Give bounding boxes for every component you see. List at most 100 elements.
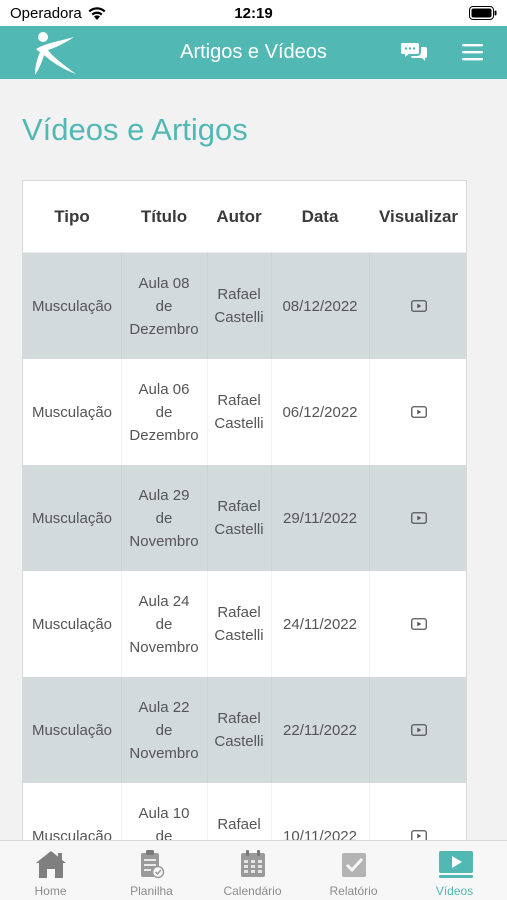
- cell-titulo-line: de: [155, 827, 173, 841]
- tab-planilha-label: Planilha: [130, 884, 173, 898]
- cell-autor-text: Rafael Castelli: [214, 389, 263, 435]
- cell-titulo-text: Aula 22 de Novembro: [129, 696, 198, 765]
- cell-data: 08/12/2022: [282, 297, 358, 315]
- cell-titulo-text: Aula 06 de Dezembro: [129, 378, 198, 447]
- tab-calendario[interactable]: Calendário: [202, 841, 303, 900]
- column-header-tipo: Tipo: [54, 207, 90, 226]
- cell-titulo-text: Aula 10deNovembro: [129, 802, 198, 841]
- cell-titulo-line: Dezembro: [129, 320, 199, 338]
- cell-titulo-text: Aula 08 de Dezembro: [129, 272, 198, 341]
- clock-label: 12:19: [234, 5, 273, 22]
- table-row: Musculação Aula 06 de Dezembro Rafael Castell…: [23, 359, 466, 465]
- cell-titulo: Aula 06 de Dezembro: [121, 359, 207, 465]
- cell-autor-line: Rafael: [217, 286, 261, 303]
- cell-titulo: Aula 22 de Novembro: [121, 677, 207, 783]
- column-header-autor: Autor: [216, 207, 262, 226]
- play-video-icon: [410, 724, 427, 736]
- play-video-button[interactable]: [410, 724, 427, 736]
- cell-autor-line: Castelli: [214, 627, 264, 644]
- tab-home-label: Home: [34, 884, 67, 898]
- cell-visualizar: [369, 677, 466, 783]
- tab-bar: Home Planilha Calendário Relatório Vídeo…: [0, 840, 507, 900]
- cell-visualizar: [369, 783, 466, 840]
- cell-autor: Rafael Castelli: [207, 677, 271, 783]
- tab-planilha[interactable]: Planilha: [101, 841, 202, 900]
- tab-videos[interactable]: Vídeos: [404, 841, 507, 900]
- video-play-icon: [438, 851, 473, 878]
- cell-titulo: Aula 10deNovembro: [121, 783, 207, 841]
- cell-titulo: Aula 08 de Dezembro: [121, 253, 207, 359]
- cell-autor-line: Rafael: [217, 816, 261, 833]
- column-header-data: Data: [301, 207, 339, 226]
- cell-autor-line: Rafael: [217, 604, 261, 621]
- cell-tipo: Musculação: [31, 403, 113, 421]
- hamburger-menu-icon[interactable]: [462, 42, 484, 62]
- tab-relatorio[interactable]: Relatório: [303, 841, 404, 900]
- cell-autor: Rafael Castelli: [207, 359, 271, 465]
- cell-titulo-line: Aula 08: [138, 274, 190, 292]
- column-header-visualizar: Visualizar: [378, 207, 459, 226]
- table-row: Musculação Aula 08 de Dezembro Rafael Castell…: [23, 253, 466, 359]
- cell-tipo: Musculação: [31, 297, 113, 315]
- cell-visualizar: [369, 571, 466, 677]
- cell-autor: RafaelCastelli: [207, 253, 271, 359]
- cell-autor-line: Castelli: [214, 733, 264, 750]
- app-header: Artigos e Vídeos: [0, 26, 507, 79]
- cell-titulo-line: de: [155, 721, 173, 739]
- cell-titulo-line: Aula 10: [138, 804, 190, 822]
- cell-titulo-line: Aula 22: [138, 698, 190, 716]
- cell-tipo: Musculação: [31, 827, 113, 841]
- cell-tipo: Musculação: [31, 615, 113, 633]
- clipboard-icon: [140, 850, 164, 879]
- videos-table: Tipo Título Autor Data Visualizar Muscul…: [22, 180, 467, 840]
- house-icon: [35, 851, 66, 878]
- cell-titulo-text: Aula 29 de Novembro: [129, 484, 198, 553]
- calendar-icon: [240, 850, 265, 877]
- play-video-button[interactable]: [410, 512, 427, 524]
- cell-titulo-line: Aula 06: [138, 380, 190, 398]
- cell-titulo-line: Aula 29: [138, 486, 190, 504]
- play-video-button[interactable]: [410, 300, 427, 312]
- cell-autor-line: Castelli: [214, 415, 264, 432]
- cell-autor: RafaelCastelli: [207, 783, 271, 840]
- chat-bubbles-icon[interactable]: [401, 41, 427, 63]
- cell-data: 29/11/2022: [283, 509, 357, 527]
- cell-titulo: Aula 24 de Novembro: [121, 571, 207, 677]
- play-video-icon: [410, 406, 427, 418]
- tab-home[interactable]: Home: [0, 841, 101, 900]
- header-title: Artigos e Vídeos: [180, 41, 327, 63]
- cell-autor: Rafael Castelli: [207, 571, 271, 677]
- cell-data: 10/11/2022: [283, 827, 357, 841]
- cell-tipo: Musculação: [31, 509, 113, 527]
- table-header: Tipo Título Autor Data Visualizar: [23, 181, 466, 253]
- status-bar: Operadora 12:19: [0, 0, 507, 26]
- cell-autor-text: RafaelCastelli: [214, 813, 263, 840]
- tab-videos-label: Vídeos: [435, 884, 474, 898]
- cell-titulo-line: de: [155, 615, 173, 633]
- play-video-button[interactable]: [410, 406, 427, 418]
- table-body: Musculação Aula 08 de Dezembro Rafael Castell…: [23, 253, 466, 841]
- cell-autor-line: Castelli: [214, 521, 264, 538]
- cell-autor-line: Rafael: [217, 392, 261, 409]
- play-video-icon: [410, 512, 427, 524]
- tab-relatorio-label: Relatório: [329, 884, 378, 898]
- table-row: Musculação Aula 22 de Novembro Rafael Castell…: [23, 677, 466, 783]
- cell-autor-line: Rafael: [217, 710, 261, 727]
- cell-titulo-line: Novembro: [129, 744, 199, 762]
- play-video-button[interactable]: [410, 830, 427, 840]
- cell-data: 06/12/2022: [282, 403, 358, 421]
- table-row: Musculação Aula 29 de Novembro Rafael Castell…: [23, 465, 466, 571]
- cell-titulo-text: Aula 24 de Novembro: [129, 590, 198, 659]
- page-title: Vídeos e Artigos: [22, 112, 248, 147]
- cell-autor-line: Rafael: [217, 498, 261, 515]
- battery-icon: [469, 6, 497, 20]
- play-video-button[interactable]: [410, 618, 427, 630]
- cell-autor-text: RafaelCastelli: [214, 283, 263, 329]
- table-row: MusculaçãoAula 10deNovembroRafaelCastell…: [23, 783, 466, 841]
- checkbox-report-icon: [341, 853, 366, 877]
- cell-autor-text: Rafael Castelli: [214, 601, 263, 647]
- table-row: Musculação Aula 24 de Novembro Rafael Castell…: [23, 571, 466, 677]
- cell-tipo: Musculação: [31, 721, 113, 739]
- column-header-titulo: Título: [140, 207, 188, 226]
- tab-calendario-label: Calendário: [223, 884, 282, 898]
